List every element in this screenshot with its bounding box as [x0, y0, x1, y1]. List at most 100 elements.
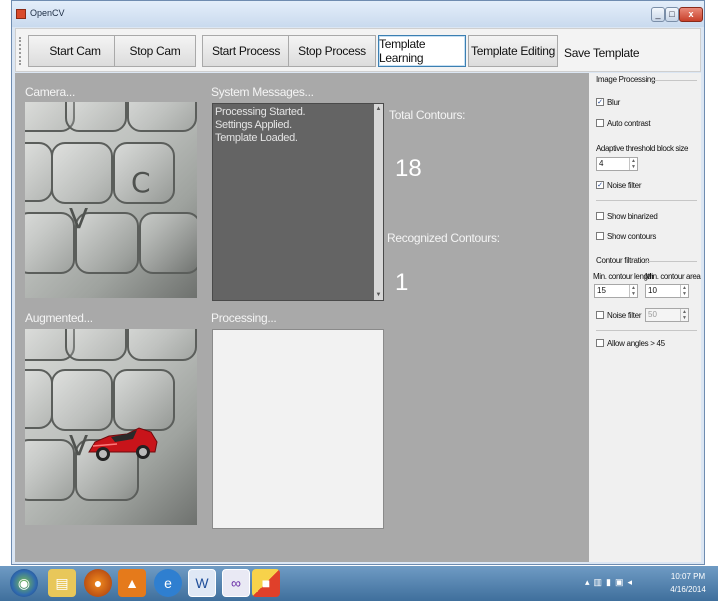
group-divider [596, 200, 697, 201]
window-title: OpenCV [30, 8, 65, 18]
tray-arrow-icon[interactable]: ▴ [585, 577, 590, 591]
red-car-overlay [88, 427, 158, 461]
recognized-contours-value: 1 [395, 269, 409, 296]
image-processing-group-title: Image Processing [596, 75, 656, 84]
maximize-button[interactable]: □ [665, 7, 679, 22]
minimize-button[interactable]: _ [651, 7, 665, 22]
internet-explorer-icon[interactable]: e [154, 569, 182, 597]
noise-filter-label: Noise filter [607, 180, 642, 190]
toolbar-grip[interactable] [19, 37, 22, 65]
template-learning-button[interactable]: Template Learning [378, 35, 466, 67]
adaptive-threshold-input[interactable]: 4 ▲ ▼ [596, 157, 638, 171]
start-cam-button[interactable]: Start Cam [28, 35, 122, 67]
checkbox-box[interactable] [596, 311, 604, 319]
key-letter-v: V [69, 429, 89, 462]
settings-panel: Image Processing ✓ Blur Auto contrast Ad… [589, 73, 701, 562]
save-template-button[interactable]: Save Template [564, 46, 640, 60]
keyboard-key [65, 329, 127, 361]
tray-network-icon[interactable]: ▥ [594, 577, 603, 591]
keyboard-key [25, 212, 75, 274]
min-contour-area-input[interactable]: 10 ▲ ▼ [645, 284, 689, 298]
noise-filter-check-icon[interactable]: ✓ [596, 181, 604, 189]
augmented-image: V [25, 329, 197, 525]
toolbar: Start Cam Stop Cam Start Process Stop Pr… [15, 28, 701, 72]
spinner-arrows-icon[interactable]: ▲ ▼ [680, 285, 688, 297]
stop-cam-button[interactable]: Stop Cam [114, 35, 196, 67]
scroll-down-icon[interactable]: ▼ [374, 290, 383, 300]
allow-angles-checkbox[interactable]: Allow angles > 45 [596, 338, 665, 348]
min-contour-area-label: Min. contour area [645, 272, 701, 281]
group-divider [596, 330, 697, 331]
keyboard-key [51, 142, 113, 204]
checkbox-box[interactable] [596, 119, 604, 127]
noise-filter-checkbox[interactable]: ✓ Noise filter [596, 180, 642, 190]
start-orb-icon[interactable]: ◉ [10, 569, 38, 597]
checkbox-box[interactable] [596, 339, 604, 347]
min-contour-length-value: 15 [597, 286, 606, 295]
total-contours-label: Total Contours: [389, 108, 466, 122]
group-divider [645, 261, 697, 262]
tray-volume-icon[interactable]: ◂ [628, 577, 633, 591]
blur-check-icon[interactable]: ✓ [596, 98, 604, 106]
processing-label: Processing... [211, 311, 277, 325]
keyboard-key [65, 102, 127, 132]
messages-scrollbar[interactable]: ▲ ▼ [374, 104, 383, 300]
keyboard-key [25, 142, 53, 202]
tray-monitor-icon[interactable]: ▣ [615, 577, 624, 591]
tray-battery-icon[interactable]: ▮ [606, 577, 611, 591]
vlc-icon[interactable]: ▲ [118, 569, 146, 597]
client-area: Camera... V C System Messages... Process… [15, 73, 591, 562]
message-line: Template Loaded. [215, 132, 298, 144]
checkbox-box[interactable] [596, 232, 604, 240]
noise-filter-input[interactable]: 50 ▲ ▼ [645, 308, 689, 322]
blur-checkbox[interactable]: ✓ Blur [596, 97, 620, 107]
contour-noise-filter-label: Noise filter [607, 310, 642, 320]
total-contours-value: 18 [395, 155, 422, 182]
clock-date[interactable]: 4/16/2014 [668, 585, 708, 594]
noise-filter-value: 50 [648, 310, 657, 319]
recognized-contours-label: Recognized Contours: [387, 231, 500, 245]
auto-contrast-label: Auto contrast [607, 118, 651, 128]
close-button[interactable]: x [679, 7, 703, 22]
show-binarized-label: Show binarized [607, 211, 658, 221]
template-editing-button[interactable]: Template Editing [468, 35, 558, 67]
scroll-up-icon[interactable]: ▲ [374, 104, 383, 114]
system-tray[interactable]: ▴ ▥ ▮ ▣ ◂ [585, 577, 632, 591]
camera-image: V C [25, 102, 197, 298]
show-contours-checkbox[interactable]: Show contours [596, 231, 656, 241]
app-icon [16, 9, 26, 19]
spinner-arrows-icon[interactable]: ▲ ▼ [629, 158, 637, 170]
checkbox-box[interactable] [596, 212, 604, 220]
clock-time[interactable]: 10:07 PM [668, 572, 708, 581]
start-process-button[interactable]: Start Process [202, 35, 290, 67]
show-contours-label: Show contours [607, 231, 657, 241]
contour-noise-filter-checkbox[interactable]: Noise filter [596, 310, 642, 320]
explorer-icon[interactable]: ▤ [48, 569, 76, 597]
blur-label: Blur [607, 97, 621, 107]
title-bar[interactable]: OpenCV _ □ x [12, 1, 704, 27]
stop-process-button[interactable]: Stop Process [288, 35, 376, 67]
firefox-icon[interactable]: ● [84, 569, 112, 597]
word-icon[interactable]: W [188, 569, 216, 597]
system-messages-label: System Messages... [211, 85, 314, 99]
visual-studio-icon[interactable]: ∞ [222, 569, 250, 597]
show-binarized-checkbox[interactable]: Show binarized [596, 211, 658, 221]
spinner-arrows-icon[interactable]: ▲ ▼ [680, 309, 688, 321]
key-letter-v: V [69, 202, 89, 235]
adaptive-threshold-value: 4 [599, 159, 604, 168]
spinner-arrows-icon[interactable]: ▲ ▼ [629, 285, 637, 297]
contour-filtration-group-title: Contour filtration [596, 256, 650, 265]
processing-image [212, 329, 384, 529]
adaptive-threshold-label: Adaptive threshold block size [596, 144, 689, 153]
augmented-label: Augmented... [25, 311, 93, 325]
key-letter-c: C [131, 166, 151, 199]
system-messages-box[interactable]: Processing Started. Settings Applied. Te… [212, 103, 384, 301]
taskbar: ◉ ▤ ● ▲ e W ∞ ■ ▴ ▥ ▮ ▣ ◂ 10:07 PM 4/16/… [0, 566, 718, 601]
auto-contrast-checkbox[interactable]: Auto contrast [596, 118, 651, 128]
keyboard-key [25, 369, 53, 429]
camera-label: Camera... [25, 85, 75, 99]
paint-icon[interactable]: ■ [252, 569, 280, 597]
group-divider [651, 80, 697, 81]
keyboard-key [25, 439, 75, 501]
min-contour-length-input[interactable]: 15 ▲ ▼ [594, 284, 638, 298]
